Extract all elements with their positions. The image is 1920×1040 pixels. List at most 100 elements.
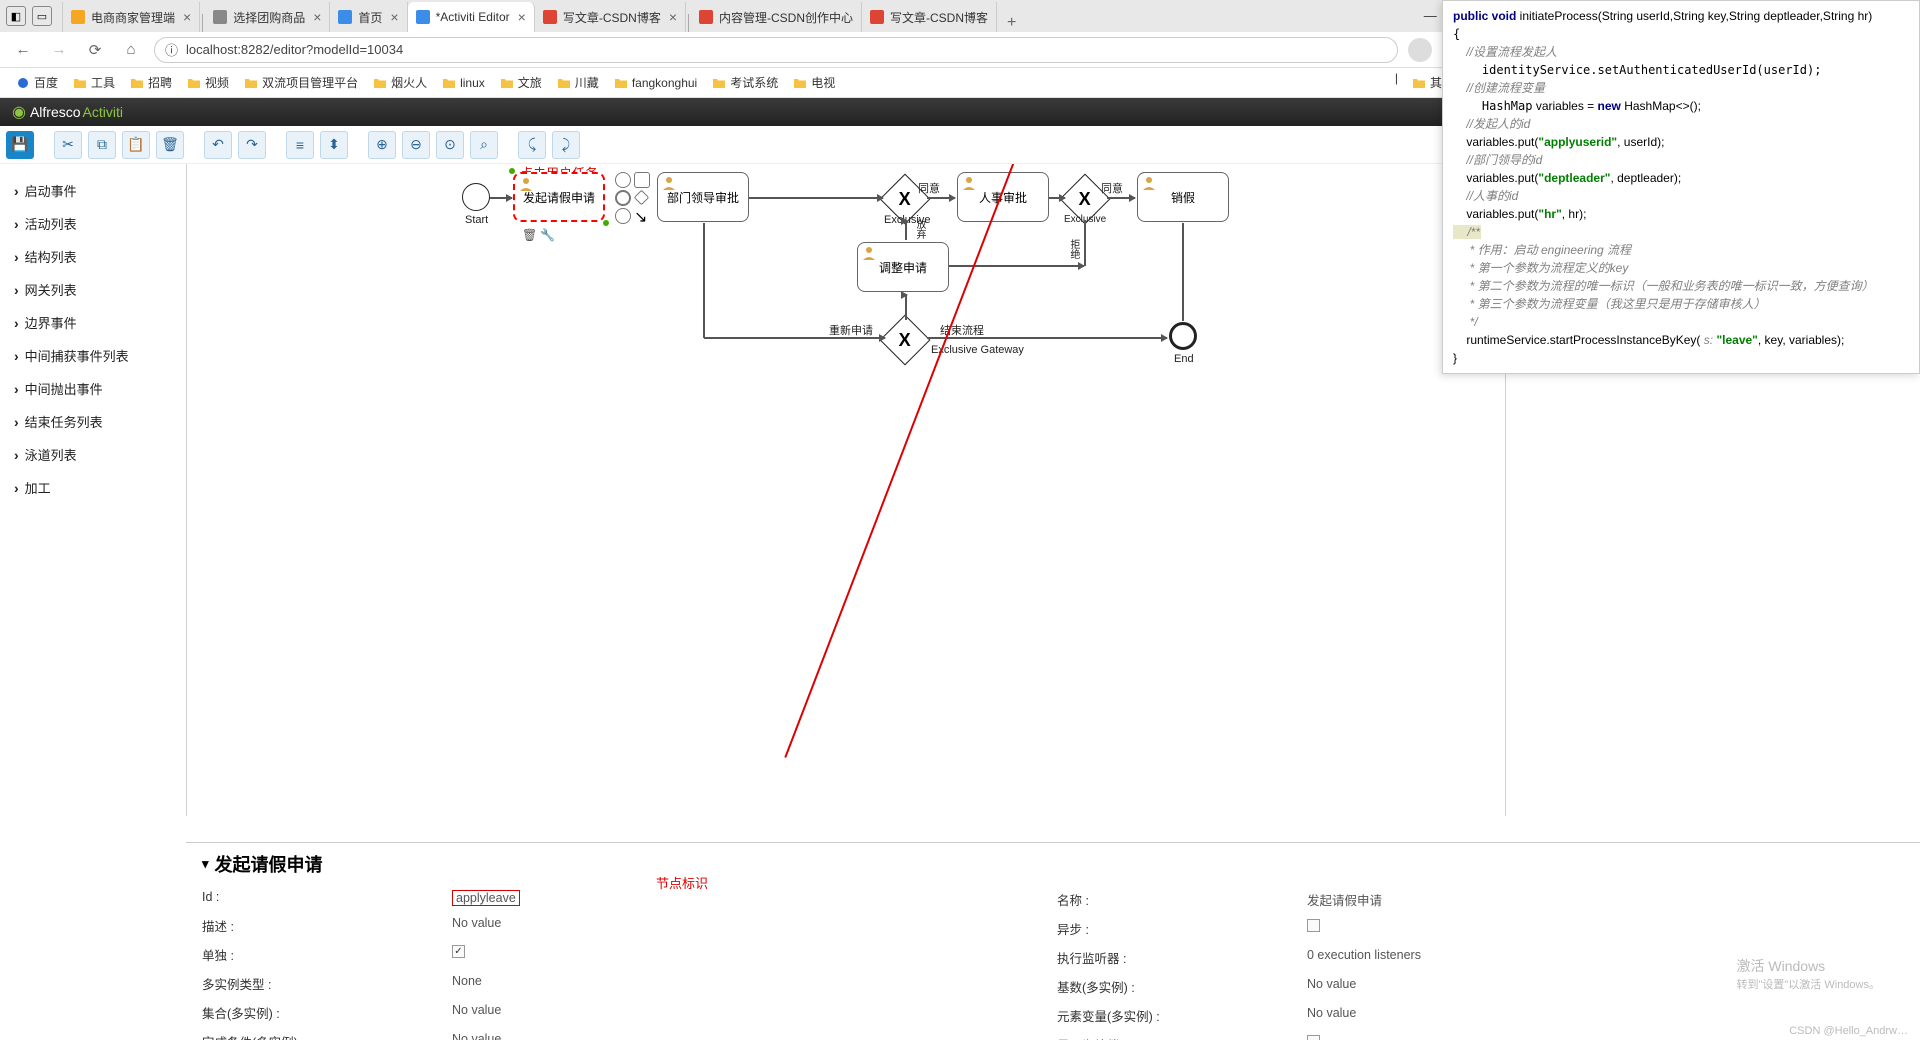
refresh-button[interactable]: ⟳ xyxy=(82,37,108,63)
flow[interactable] xyxy=(927,197,955,199)
tab-close-icon[interactable]: × xyxy=(183,9,191,25)
property-row[interactable]: 是否为补偿 : xyxy=(1053,1030,1908,1040)
flow[interactable] xyxy=(749,197,883,199)
tab-close-icon[interactable]: × xyxy=(313,9,321,25)
profile-avatar[interactable] xyxy=(1408,38,1432,62)
bookmark-item[interactable]: 视频 xyxy=(181,71,235,94)
canvas-area[interactable]: 点击用户任务 Start 发起请假申请 xyxy=(186,164,1506,816)
gateway-3[interactable]: X xyxy=(880,315,931,366)
palette-group[interactable]: 启动事件 xyxy=(14,174,172,207)
delete-button[interactable]: 🗑 xyxy=(156,131,184,159)
bookmark-item[interactable]: 文旅 xyxy=(494,71,548,94)
bend-add-button[interactable]: ⤹ xyxy=(518,131,546,159)
zoom-out-button[interactable]: ⊖ xyxy=(402,131,430,159)
bookmark-item[interactable]: linux xyxy=(436,73,491,93)
tab-overview-icon[interactable]: ▭ xyxy=(32,6,52,26)
home-button[interactable]: ⌂ xyxy=(118,37,144,63)
folder-icon xyxy=(712,76,726,90)
site-info-icon[interactable]: ⓘ xyxy=(165,40,178,59)
bend-remove-button[interactable]: ⤸ xyxy=(552,131,580,159)
flow[interactable] xyxy=(490,197,512,199)
flow[interactable] xyxy=(1049,197,1065,199)
bookmark-item[interactable]: 双流项目管理平台 xyxy=(238,71,364,94)
url-input[interactable]: ⓘ localhost:8282/editor?modelId=10034 xyxy=(154,37,1398,63)
flow[interactable] xyxy=(905,220,907,240)
save-button[interactable]: 💾 xyxy=(6,131,34,159)
cut-button[interactable]: ✂ xyxy=(54,131,82,159)
property-row[interactable]: 基数(多实例) :No value xyxy=(1053,972,1908,1001)
task-hr-approve[interactable]: 人事审批 xyxy=(957,172,1049,222)
browser-tab[interactable]: *Activiti Editor× xyxy=(408,2,535,32)
checkbox-icon[interactable] xyxy=(1307,919,1320,932)
property-row[interactable]: 异步 : xyxy=(1053,914,1908,943)
property-value: No value xyxy=(452,1003,501,1022)
minimize-button[interactable]: — xyxy=(1424,8,1437,24)
tab-close-icon[interactable]: × xyxy=(390,9,398,25)
flow[interactable] xyxy=(905,294,907,320)
property-row[interactable]: 集合(多实例) :No value xyxy=(198,998,1053,1027)
task-adjust[interactable]: 调整申请 xyxy=(857,242,949,292)
browser-tab[interactable]: 首页× xyxy=(330,2,407,32)
tab-close-icon[interactable]: × xyxy=(518,9,526,25)
palette-group[interactable]: 网关列表 xyxy=(14,273,172,306)
palette-group[interactable]: 加工 xyxy=(14,471,172,504)
bookmark-item[interactable]: fangkonghui xyxy=(608,73,703,93)
checkbox-icon[interactable]: ✓ xyxy=(452,945,465,958)
bookmark-item[interactable]: 招聘 xyxy=(124,71,178,94)
zoom-in-button[interactable]: ⊕ xyxy=(368,131,396,159)
context-palette-bottom[interactable]: 🗑 🔧 xyxy=(522,228,555,242)
zoom-reset-button[interactable]: ⌕ xyxy=(470,131,498,159)
property-row[interactable]: 多实例类型 :None xyxy=(198,969,1053,998)
align-button[interactable]: ≡ xyxy=(286,131,314,159)
task-cancel-leave[interactable]: 销假 xyxy=(1137,172,1229,222)
property-row[interactable]: 执行监听器 :0 execution listeners xyxy=(1053,943,1908,972)
size-button[interactable]: ⬍ xyxy=(320,131,348,159)
folder-icon xyxy=(557,76,571,90)
app-icon[interactable]: ◧ xyxy=(6,6,26,26)
bookmark-divider[interactable]: | xyxy=(1395,71,1398,94)
checkbox-icon[interactable] xyxy=(1307,1035,1320,1040)
end-event[interactable] xyxy=(1169,322,1197,350)
task-dept-approve[interactable]: 部门领导审批 xyxy=(657,172,749,222)
user-icon xyxy=(1142,176,1156,190)
back-button[interactable]: ← xyxy=(10,37,36,63)
palette-group[interactable]: 中间捕获事件列表 xyxy=(14,339,172,372)
property-row[interactable]: 完成条件(多实例) :No value xyxy=(198,1027,1053,1040)
flow[interactable] xyxy=(1107,197,1135,199)
bookmark-item[interactable]: 烟火人 xyxy=(367,71,433,94)
copy-button[interactable]: ⧉ xyxy=(88,131,116,159)
browser-tab[interactable]: 选择团购商品× xyxy=(205,2,330,32)
context-palette-right[interactable]: ↘ xyxy=(615,172,650,224)
property-row[interactable]: 单独 :✓ xyxy=(198,940,1053,969)
palette-group[interactable]: 泳道列表 xyxy=(14,438,172,471)
palette-group[interactable]: 结束任务列表 xyxy=(14,405,172,438)
browser-tab[interactable]: 内容管理-CSDN创作中心 xyxy=(691,2,862,32)
bookmark-baidu[interactable]: 百度 xyxy=(10,71,64,94)
new-tab-button[interactable]: + xyxy=(997,14,1026,32)
bookmark-item[interactable]: 电视 xyxy=(787,71,841,94)
palette-group[interactable]: 活动列表 xyxy=(14,207,172,240)
property-row[interactable]: 元素变量(多实例) :No value xyxy=(1053,1001,1908,1030)
property-row[interactable]: Id :applyleave xyxy=(198,885,1053,911)
flow[interactable] xyxy=(949,265,1084,267)
browser-tab[interactable]: 写文章-CSDN博客× xyxy=(535,2,686,32)
zoom-fit-button[interactable]: ⊙ xyxy=(436,131,464,159)
property-label: 描述 : xyxy=(202,916,452,935)
paste-button[interactable]: 📋 xyxy=(122,131,150,159)
browser-tab[interactable]: 写文章-CSDN博客 xyxy=(862,2,997,32)
property-row[interactable]: 名称 :发起请假申请 xyxy=(1053,885,1908,914)
browser-tab[interactable]: 电商商家管理端× xyxy=(62,2,200,32)
bookmark-item[interactable]: 工具 xyxy=(67,71,121,94)
palette-group[interactable]: 中间抛出事件 xyxy=(14,372,172,405)
property-panel-title[interactable]: 发起请假申请 xyxy=(186,843,1920,885)
redo-button[interactable]: ↷ xyxy=(238,131,266,159)
tab-close-icon[interactable]: × xyxy=(669,9,677,25)
start-event[interactable] xyxy=(462,183,490,211)
palette-group[interactable]: 边界事件 xyxy=(14,306,172,339)
bookmark-item[interactable]: 川藏 xyxy=(551,71,605,94)
property-row[interactable]: 描述 :No value xyxy=(198,911,1053,940)
task-apply-leave[interactable]: 发起请假申请 xyxy=(513,172,605,222)
bookmark-item[interactable]: 考试系统 xyxy=(706,71,784,94)
undo-button[interactable]: ↶ xyxy=(204,131,232,159)
palette-group[interactable]: 结构列表 xyxy=(14,240,172,273)
